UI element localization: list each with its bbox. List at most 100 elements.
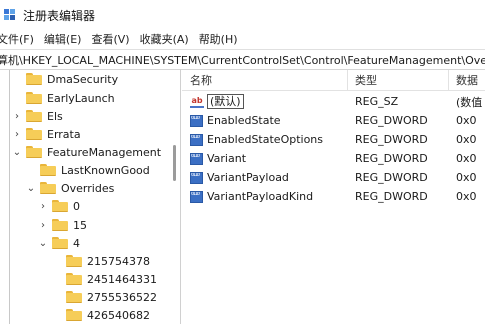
tree-item-label: 2755536522 <box>87 290 157 304</box>
value-type: REG_DWORD <box>355 190 428 203</box>
tree-item-label: DmaSecurity <box>47 72 119 86</box>
binary-value-icon <box>190 152 203 165</box>
tree-item-4[interactable]: ⌄ 4 <box>38 234 80 252</box>
chevron-right-icon[interactable]: › <box>12 129 22 140</box>
title-bar: 注册表编辑器 <box>0 0 485 30</box>
tree-item-label: FeatureManagement <box>47 145 162 159</box>
window-title: 注册表编辑器 <box>23 8 96 23</box>
tree-item-2451464331[interactable]: 2451464331 <box>52 270 157 288</box>
column-header-data[interactable]: 数据 <box>456 72 478 88</box>
tree-item-215754378[interactable]: 215754378 <box>52 252 150 270</box>
value-type: REG_DWORD <box>355 133 428 146</box>
tree-item-0[interactable]: › 0 <box>38 197 80 215</box>
value-data: 0x0 <box>456 171 477 184</box>
menu-bar: 文件(F) 编辑(E) 查看(V) 收藏夹(A) 帮助(H) <box>0 30 485 48</box>
column-header-type[interactable]: 类型 <box>355 72 377 88</box>
tree-guide-line <box>9 70 10 324</box>
tree-item-label: Overrides <box>61 181 115 195</box>
list-header: 名称 类型 数据 <box>182 70 485 91</box>
value-data: 0x0 <box>456 133 477 146</box>
tree-item-label: Els <box>47 109 63 123</box>
value-row-variantpayload[interactable]: VariantPayload REG_DWORD 0x0 <box>182 168 485 187</box>
binary-value-icon <box>190 114 203 127</box>
value-type: REG_SZ <box>355 95 399 108</box>
chevron-down-icon[interactable]: ⌄ <box>26 183 36 194</box>
key-tree: DmaSecurity EarlyLaunch › Els › Errata ⌄… <box>0 70 170 324</box>
binary-value-icon <box>190 133 203 146</box>
menu-file[interactable]: 文件(F) <box>0 31 39 47</box>
chevron-right-icon[interactable]: › <box>12 111 22 122</box>
value-name: EnabledStateOptions <box>207 133 324 146</box>
values-list: 名称 类型 数据 ab (默认) REG_SZ (数值 EnabledState… <box>182 70 485 324</box>
value-data: (数值 <box>456 95 483 109</box>
tree-item-label: 4 <box>73 236 80 250</box>
string-value-icon: ab <box>190 96 204 108</box>
folder-icon <box>52 219 68 231</box>
value-row-default[interactable]: ab (默认) REG_SZ (数值 <box>182 92 485 111</box>
value-type: REG_DWORD <box>355 171 428 184</box>
registry-editor-icon <box>4 8 16 22</box>
tree-item-label: LastKnownGood <box>61 163 150 177</box>
tree-item-label: EarlyLaunch <box>47 91 115 105</box>
pane-splitter[interactable] <box>180 69 181 324</box>
value-row-variant[interactable]: Variant REG_DWORD 0x0 <box>182 149 485 168</box>
folder-icon <box>26 128 42 140</box>
folder-open-icon <box>40 182 56 194</box>
chevron-right-icon[interactable]: › <box>38 220 48 231</box>
tree-item-426540682[interactable]: 426540682 <box>52 306 150 324</box>
address-bar[interactable]: 算机\HKEY_LOCAL_MACHINE\SYSTEM\CurrentCont… <box>0 49 485 70</box>
value-row-enabledstateoptions[interactable]: EnabledStateOptions REG_DWORD 0x0 <box>182 130 485 149</box>
folder-icon <box>40 164 56 176</box>
tree-item-errata[interactable]: › Errata <box>12 125 81 143</box>
folder-icon <box>26 73 42 85</box>
menu-favorites[interactable]: 收藏夹(A) <box>135 31 194 47</box>
tree-item-label: 215754378 <box>87 254 150 268</box>
folder-icon <box>52 200 68 212</box>
folder-icon <box>66 255 82 267</box>
tree-item-label: 426540682 <box>87 308 150 322</box>
value-name: VariantPayloadKind <box>207 190 314 203</box>
tree-scrollbar[interactable] <box>171 70 179 324</box>
tree-item-els[interactable]: › Els <box>12 107 63 125</box>
folder-icon <box>66 309 82 321</box>
column-header-name[interactable]: 名称 <box>190 72 212 88</box>
tree-item-15[interactable]: › 15 <box>38 216 87 234</box>
value-type: REG_DWORD <box>355 114 428 127</box>
value-data: 0x0 <box>456 114 477 127</box>
chevron-right-icon[interactable]: › <box>38 201 48 212</box>
folder-icon <box>66 273 82 285</box>
value-type: REG_DWORD <box>355 152 428 165</box>
address-path[interactable]: 算机\HKEY_LOCAL_MACHINE\SYSTEM\CurrentCont… <box>0 52 485 68</box>
value-name: VariantPayload <box>207 171 289 184</box>
tree-item-label: 2451464331 <box>87 272 157 286</box>
value-row-enabledstate[interactable]: EnabledState REG_DWORD 0x0 <box>182 111 485 130</box>
menu-view[interactable]: 查看(V) <box>86 31 134 47</box>
folder-icon <box>26 110 42 122</box>
tree-item-lastknowngood[interactable]: LastKnownGood <box>26 161 150 179</box>
chevron-down-icon[interactable]: ⌄ <box>12 147 22 158</box>
folder-open-icon <box>26 146 42 158</box>
column-divider[interactable] <box>347 70 348 90</box>
tree-item-featuremanagement[interactable]: ⌄ FeatureManagement <box>12 143 161 161</box>
column-divider[interactable] <box>448 70 449 90</box>
value-name: Variant <box>207 152 247 165</box>
chevron-down-icon[interactable]: ⌄ <box>38 238 48 249</box>
value-data: 0x0 <box>456 190 477 203</box>
binary-value-icon <box>190 171 203 184</box>
tree-item-overrides[interactable]: ⌄ Overrides <box>26 179 115 197</box>
tree-item-label: 15 <box>73 218 87 232</box>
folder-open-icon <box>52 237 68 249</box>
value-name: EnabledState <box>207 114 281 127</box>
value-row-variantpayloadkind[interactable]: VariantPayloadKind REG_DWORD 0x0 <box>182 187 485 206</box>
tree-item-earlylaunch[interactable]: EarlyLaunch <box>12 89 115 107</box>
folder-icon <box>26 92 42 104</box>
tree-item-2755536522[interactable]: 2755536522 <box>52 288 157 306</box>
menu-help[interactable]: 帮助(H) <box>194 31 243 47</box>
value-data: 0x0 <box>456 152 477 165</box>
menu-edit[interactable]: 编辑(E) <box>39 31 87 47</box>
tree-item-label: 0 <box>73 199 80 213</box>
value-name: (默认) <box>207 94 244 109</box>
tree-item-dmasecurity[interactable]: DmaSecurity <box>12 70 118 88</box>
scrollbar-thumb[interactable] <box>173 145 176 181</box>
tree-item-label: Errata <box>47 127 81 141</box>
